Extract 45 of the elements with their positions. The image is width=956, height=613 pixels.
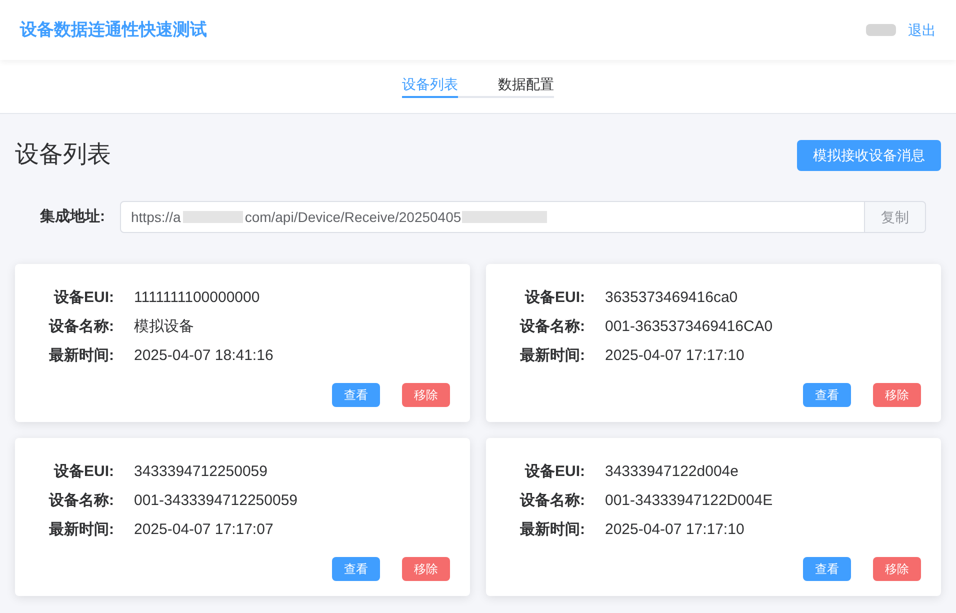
- remove-button[interactable]: 移除: [873, 383, 921, 407]
- field-value: 2025-04-07 17:17:10: [605, 520, 744, 540]
- remove-button[interactable]: 移除: [402, 383, 450, 407]
- url-text: https://a: [131, 208, 181, 227]
- field-label: 最新时间:: [519, 520, 585, 540]
- page-title: 设备列表: [15, 140, 111, 170]
- field-label: 设备EUI:: [52, 462, 114, 482]
- field-label: 设备EUI:: [524, 462, 585, 482]
- app-title: 设备数据连通性快速测试: [20, 19, 207, 42]
- copy-button[interactable]: 复制: [865, 201, 926, 233]
- field-label: 设备名称:: [48, 317, 114, 338]
- field-label: 设备EUI:: [52, 288, 114, 308]
- field-label: 最新时间:: [519, 346, 585, 366]
- tab[interactable]: 数据配置: [498, 72, 554, 98]
- field-label: 设备名称:: [518, 317, 585, 338]
- field-value: 001-3635373469416CA0: [605, 317, 773, 338]
- field-value: 3433394712250059: [134, 462, 268, 482]
- view-button[interactable]: 查看: [332, 383, 380, 407]
- remove-button[interactable]: 移除: [873, 557, 921, 581]
- view-button[interactable]: 查看: [803, 557, 851, 581]
- field-value: 模拟设备: [134, 317, 194, 338]
- field-value: 001-3433394712250059: [134, 491, 298, 512]
- simulate-button[interactable]: 模拟接收设备消息: [797, 140, 941, 170]
- field-label: 设备名称:: [518, 491, 585, 512]
- redacted-text: [182, 211, 243, 223]
- field-value: 34333947122d004e: [605, 462, 738, 482]
- field-value: 001-34333947122D004E: [605, 491, 773, 512]
- redacted-username: [866, 24, 896, 36]
- field-value: 1111111100000000: [134, 288, 260, 308]
- view-button[interactable]: 查看: [803, 383, 851, 407]
- view-button[interactable]: 查看: [332, 557, 380, 581]
- field-label: 最新时间:: [48, 520, 114, 540]
- remove-button[interactable]: 移除: [402, 557, 450, 581]
- field-label: 设备EUI:: [524, 288, 585, 308]
- field-label: 最新时间:: [48, 346, 114, 366]
- field-value: 2025-04-07 17:17:10: [605, 346, 744, 366]
- logout-link[interactable]: 退出: [908, 20, 936, 40]
- tab[interactable]: 设备列表: [402, 72, 458, 98]
- field-value: 3635373469416ca0: [605, 288, 738, 308]
- field-label: 设备名称:: [48, 491, 114, 512]
- field-value: 2025-04-07 17:17:07: [134, 520, 274, 540]
- field-value: 2025-04-07 18:41:16: [134, 346, 274, 366]
- url-field[interactable]: https://a com/api/Device/Receive/20250405: [120, 201, 865, 233]
- url-text: com/api/Device/Receive/20250405: [244, 208, 462, 227]
- field-label: 集成地址:: [39, 206, 106, 227]
